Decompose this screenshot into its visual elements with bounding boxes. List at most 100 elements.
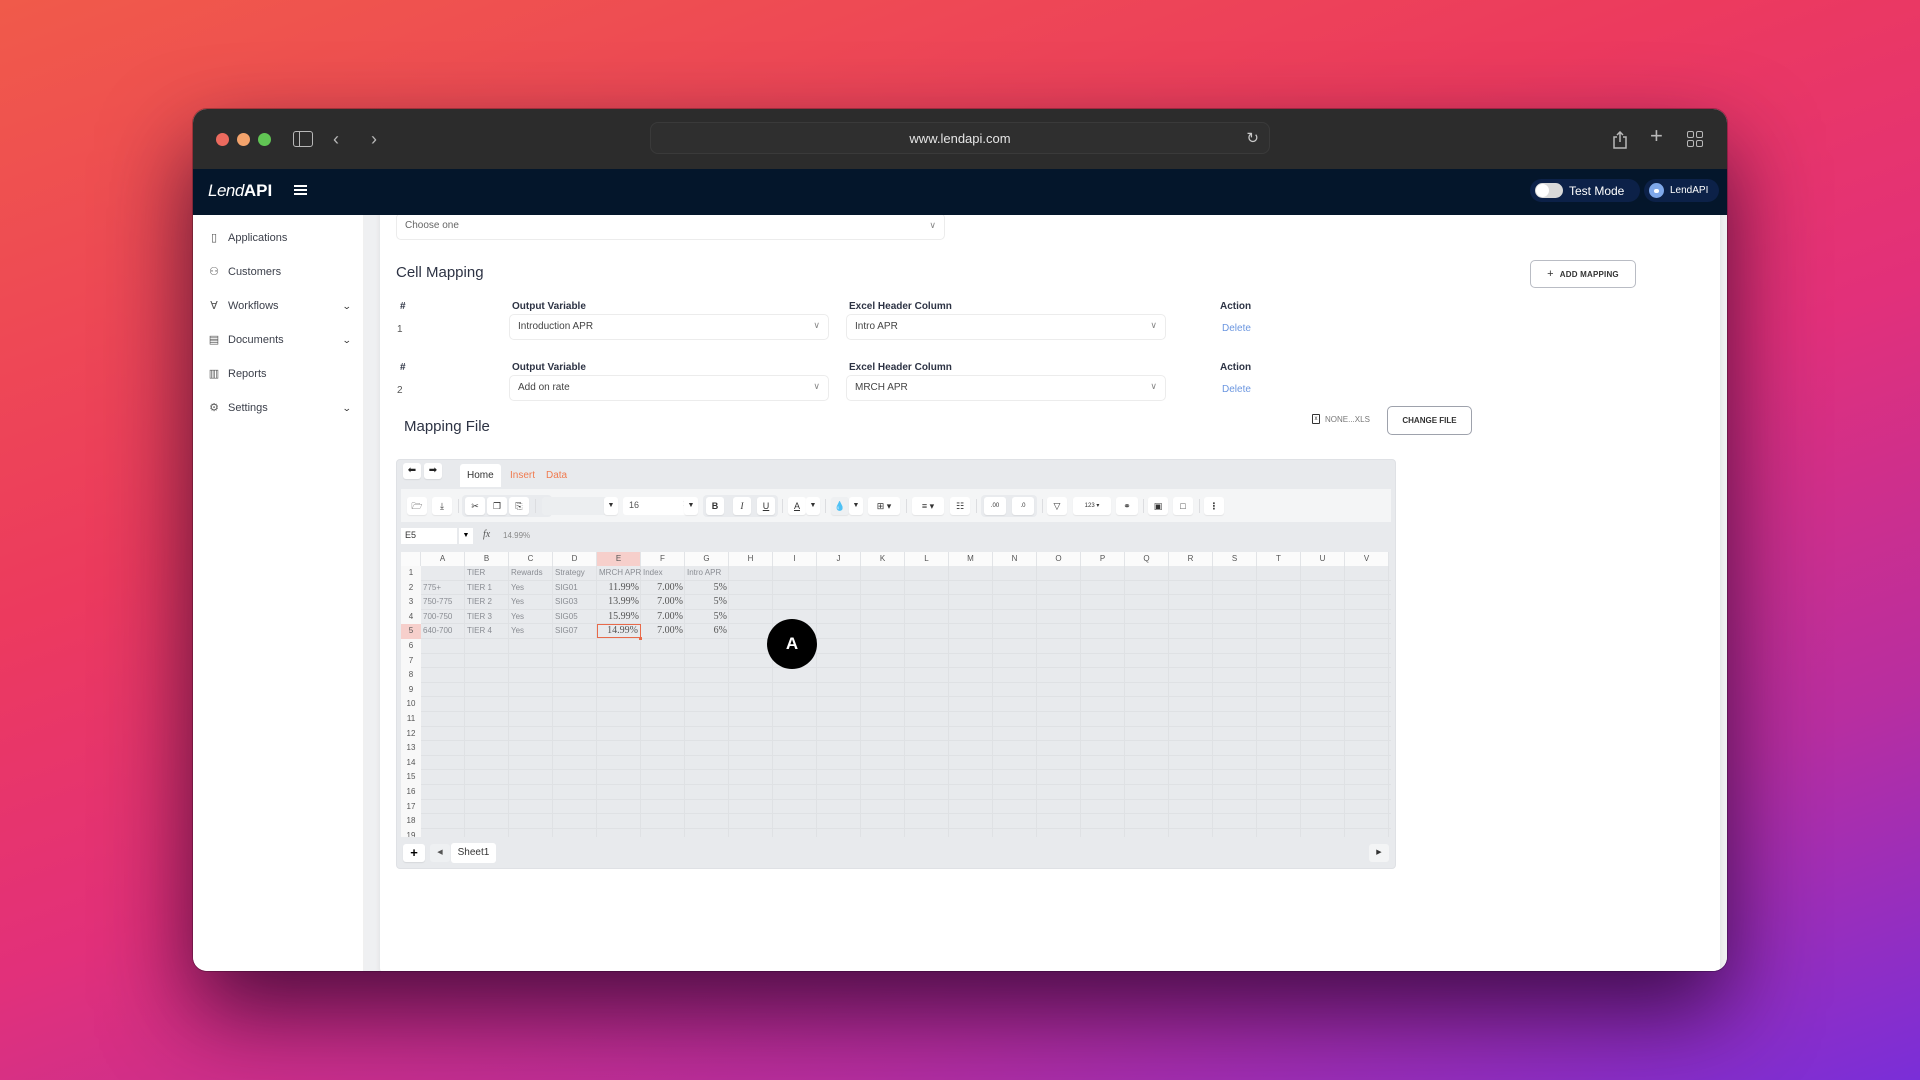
redo-icon[interactable]: ➡: [424, 463, 442, 479]
delete-link[interactable]: Delete: [1222, 323, 1251, 334]
cell[interactable]: 11.99%: [597, 581, 641, 595]
name-box-dropdown-icon[interactable]: ▼: [459, 528, 473, 544]
sidebar-item-applications[interactable]: ▯ Applications: [193, 221, 363, 255]
test-mode-toggle[interactable]: Test Mode: [1530, 179, 1640, 202]
column-header[interactable]: D: [553, 552, 597, 566]
comment-icon[interactable]: □: [1173, 497, 1193, 515]
maximize-window-button[interactable]: [258, 133, 271, 146]
toggle-switch[interactable]: [1535, 183, 1563, 198]
row-header[interactable]: 3: [401, 595, 421, 610]
delete-link[interactable]: Delete: [1222, 384, 1251, 395]
cell[interactable]: SIG01: [553, 581, 597, 595]
output-variable-select[interactable]: Introduction APR ∨: [509, 314, 829, 340]
row-header[interactable]: 10: [401, 697, 421, 712]
column-header[interactable]: K: [861, 552, 905, 566]
cell[interactable]: Yes: [509, 610, 553, 624]
address-bar[interactable]: www.lendapi.com ↻: [650, 122, 1270, 154]
row-header[interactable]: 16: [401, 785, 421, 800]
underline-icon[interactable]: U: [757, 497, 775, 515]
tab-home[interactable]: Home: [460, 464, 501, 487]
lendapi-logo[interactable]: LendAPI: [208, 181, 272, 201]
cell[interactable]: 13.99%: [597, 595, 641, 609]
row-header[interactable]: 5: [401, 624, 421, 639]
column-header[interactable]: R: [1169, 552, 1213, 566]
row-header[interactable]: 6: [401, 639, 421, 654]
row-header[interactable]: 2: [401, 580, 421, 596]
sidebar-item-reports[interactable]: ▥ Reports: [193, 357, 363, 391]
align-icon[interactable]: ≡ ▾: [912, 497, 944, 515]
share-icon[interactable]: [1613, 130, 1627, 149]
row-header[interactable]: 11: [401, 712, 421, 727]
new-tab-icon[interactable]: +: [1650, 124, 1663, 148]
column-header[interactable]: L: [905, 552, 949, 566]
font-family-dropdown-icon[interactable]: ▼: [604, 497, 618, 515]
row-header[interactable]: 9: [401, 682, 421, 698]
column-header[interactable]: U: [1301, 552, 1345, 566]
tab-insert[interactable]: Insert: [503, 464, 542, 487]
cell[interactable]: SIG07: [553, 624, 597, 638]
row-header[interactable]: 15: [401, 770, 421, 785]
spreadsheet-grid[interactable]: A B C D E F G H I J K L M N O P Q R S T U V 1 2 3 4 5 6 7 8 9 10 11 12 13 1…: [401, 552, 1391, 837]
cell[interactable]: TIER 4: [465, 624, 509, 638]
more-icon[interactable]: ⋮: [1204, 497, 1224, 515]
cell[interactable]: 700-750: [421, 610, 465, 624]
row-header[interactable]: 17: [401, 799, 421, 815]
cell[interactable]: TIER: [465, 566, 509, 580]
borders-icon[interactable]: ⊞ ▾: [868, 497, 900, 515]
cell[interactable]: 5%: [685, 581, 729, 595]
column-header[interactable]: J: [817, 552, 861, 566]
row-header[interactable]: 8: [401, 668, 421, 683]
output-variable-select[interactable]: Add on rate ∨: [509, 375, 829, 401]
row-header[interactable]: 19: [401, 828, 421, 837]
fill-color-icon[interactable]: 💧: [831, 497, 849, 515]
undo-icon[interactable]: ⬅: [403, 463, 421, 479]
row-header[interactable]: 18: [401, 814, 421, 829]
bold-icon[interactable]: B: [706, 497, 724, 515]
font-size-dropdown-icon[interactable]: ▼: [684, 497, 698, 515]
cell[interactable]: 7.00%: [641, 595, 685, 609]
user-menu[interactable]: LendAPI: [1644, 179, 1719, 202]
column-header[interactable]: P: [1081, 552, 1125, 566]
cell[interactable]: TIER 3: [465, 610, 509, 624]
cell[interactable]: 7.00%: [641, 624, 685, 638]
font-color-dropdown-icon[interactable]: ▼: [806, 497, 820, 515]
column-header[interactable]: F: [641, 552, 685, 566]
column-header[interactable]: N: [993, 552, 1037, 566]
font-family-select[interactable]: [542, 497, 612, 515]
excel-header-select[interactable]: MRCH APR ∨: [846, 375, 1166, 401]
cell[interactable]: Index: [641, 566, 685, 580]
previous-sheet-icon[interactable]: ◀: [430, 844, 450, 862]
add-mapping-button[interactable]: + ADD MAPPING: [1530, 260, 1636, 288]
decrease-decimal-icon[interactable]: .00: [984, 497, 1006, 515]
column-header[interactable]: B: [465, 552, 509, 566]
column-header[interactable]: E: [597, 552, 641, 566]
formula-bar[interactable]: 14.99%: [503, 531, 530, 540]
cell[interactable]: SIG05: [553, 610, 597, 624]
paste-icon[interactable]: ⎘: [509, 497, 529, 515]
column-header[interactable]: Q: [1125, 552, 1169, 566]
row-header[interactable]: 7: [401, 653, 421, 669]
row-header[interactable]: 12: [401, 726, 421, 742]
cell[interactable]: Yes: [509, 624, 553, 638]
column-header[interactable]: V: [1345, 552, 1389, 566]
back-icon[interactable]: ‹: [333, 127, 339, 151]
fill-color-dropdown-icon[interactable]: ▼: [849, 497, 863, 515]
cell[interactable]: Strategy: [553, 566, 597, 580]
column-header[interactable]: H: [729, 552, 773, 566]
column-header[interactable]: O: [1037, 552, 1081, 566]
column-header[interactable]: S: [1213, 552, 1257, 566]
minimize-window-button[interactable]: [237, 133, 250, 146]
cell[interactable]: 15.99%: [597, 610, 641, 624]
cell[interactable]: Intro APR: [685, 566, 729, 580]
column-header[interactable]: T: [1257, 552, 1301, 566]
choose-select[interactable]: Choose one ∨: [396, 215, 945, 240]
font-color-icon[interactable]: A: [788, 497, 806, 515]
row-header[interactable]: 1: [401, 566, 421, 581]
row-header[interactable]: 4: [401, 609, 421, 625]
cell[interactable]: 5%: [685, 595, 729, 609]
forward-icon[interactable]: ›: [371, 127, 377, 151]
column-header[interactable]: C: [509, 552, 553, 566]
column-header[interactable]: A: [421, 552, 465, 566]
cut-icon[interactable]: ✂: [465, 497, 485, 515]
cell[interactable]: TIER 1: [465, 581, 509, 595]
